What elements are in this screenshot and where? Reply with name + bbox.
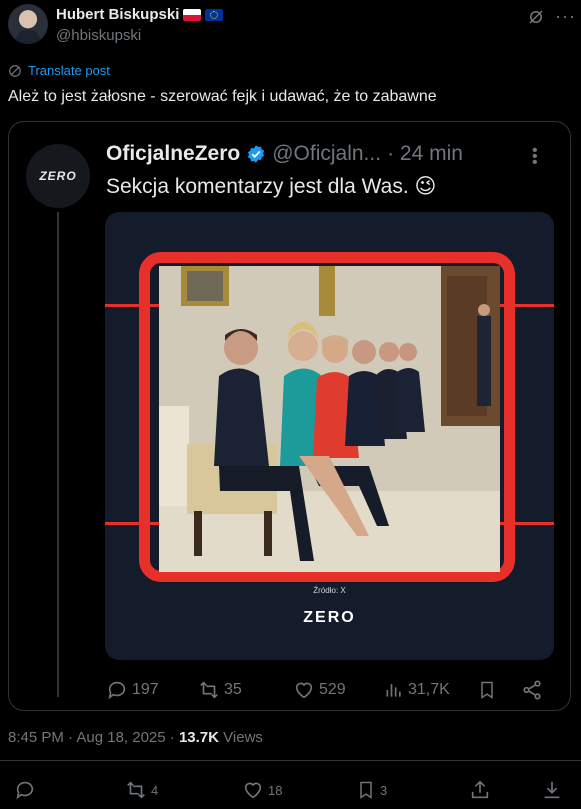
bookmark-icon[interactable] <box>477 679 497 701</box>
quoted-views-button[interactable]: 31,7K <box>384 679 450 701</box>
post-views-count: 13.7K <box>178 729 219 746</box>
bookmark-button[interactable]: 3 <box>356 779 387 801</box>
meeting-photo <box>159 266 500 572</box>
quoted-views-count: 31,7K <box>408 681 450 698</box>
poland-flag-icon <box>183 8 202 21</box>
repost-icon <box>127 781 145 799</box>
zero-logo: ZERO <box>303 609 356 626</box>
quoted-media-image[interactable]: Źródło: X ZERO <box>105 212 554 660</box>
reply-icon <box>108 681 126 700</box>
thread-line <box>57 212 59 697</box>
share-icon[interactable] <box>521 679 543 701</box>
translate-icon <box>9 64 21 77</box>
author-handle[interactable]: @hbiskupski <box>56 27 141 44</box>
translate-post-link[interactable]: Translate post <box>8 63 110 78</box>
repost-icon <box>200 681 218 699</box>
reply-button[interactable] <box>14 779 40 801</box>
verified-badge-icon <box>248 145 265 163</box>
heart-icon <box>244 782 262 799</box>
quoted-author-avatar[interactable]: ZERO <box>26 144 90 208</box>
image-source-label: Źródło: X <box>313 586 346 595</box>
reply-icon <box>16 781 34 800</box>
divider <box>0 760 581 761</box>
post-meta: 8:45 PM · Aug 18, 2025 · 13.7K Views <box>8 729 263 746</box>
share-icon[interactable] <box>469 779 491 801</box>
quoted-header: OficjalneZero @Oficjaln... · 24 min <box>106 142 463 166</box>
quoted-repost-count: 35 <box>224 681 242 698</box>
quoted-author-name[interactable]: OficjalneZero <box>106 142 240 166</box>
bookmark-count: 3 <box>380 782 388 798</box>
photo-illustration <box>159 266 500 572</box>
bookmark-icon <box>360 781 372 799</box>
more-options-icon[interactable]: ··· <box>555 7 576 25</box>
post-text: Ależ to jest żałosne - szerować fejk i u… <box>8 88 437 105</box>
quoted-reply-button[interactable]: 197 <box>106 679 159 701</box>
quoted-avatar-logo-text: ZERO <box>39 169 77 183</box>
author-name-row[interactable]: Hubert Biskupski <box>56 6 224 23</box>
post-timestamp[interactable]: 8:45 PM · Aug 18, 2025 · <box>8 729 175 746</box>
quoted-more-icon[interactable]: • • • <box>532 143 538 171</box>
quoted-time[interactable]: · 24 min <box>387 142 463 166</box>
download-icon[interactable] <box>541 779 563 801</box>
quoted-like-count: 529 <box>319 681 346 698</box>
grok-icon[interactable] <box>527 8 545 26</box>
author-avatar[interactable] <box>8 4 48 44</box>
repost-button[interactable]: 4 <box>125 779 158 801</box>
translate-label[interactable]: Translate post <box>28 63 110 78</box>
repost-count: 4 <box>151 782 159 798</box>
post-views-label: Views <box>223 729 263 746</box>
analytics-icon <box>386 684 401 697</box>
like-button[interactable]: 18 <box>242 779 282 801</box>
quoted-author-handle[interactable]: @Oficjaln... <box>272 142 381 166</box>
eu-flag-icon <box>205 8 224 21</box>
quoted-repost-button[interactable]: 35 <box>198 679 242 701</box>
quoted-text: Sekcja komentarzy jest dla Was. 😉 <box>106 175 437 198</box>
quoted-like-button[interactable]: 529 <box>293 679 346 701</box>
heart-icon <box>295 682 313 699</box>
quoted-reply-count: 197 <box>132 681 159 698</box>
like-count: 18 <box>268 782 283 798</box>
author-name[interactable]: Hubert Biskupski <box>56 6 179 23</box>
